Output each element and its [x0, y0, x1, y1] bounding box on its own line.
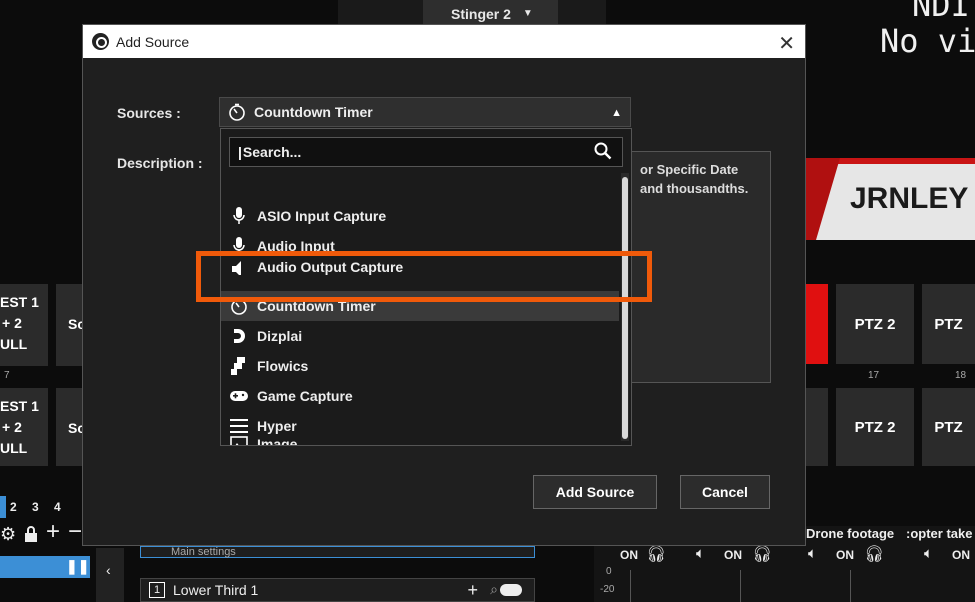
chevron-up-icon: ▲: [611, 107, 622, 119]
input-button-test-1-b[interactable]: EST 1 + 2 ULL: [0, 388, 48, 466]
lower-third-label: Lower Third 1: [173, 582, 259, 598]
input-button-line: EST 1: [0, 398, 39, 414]
tab-3[interactable]: 3: [32, 500, 39, 514]
input-button-line: ULL: [0, 336, 28, 352]
input-button-scene[interactable]: Sc: [56, 284, 85, 366]
ptz-number: 17: [868, 370, 880, 381]
sources-label: Sources :: [117, 105, 181, 121]
audio-on-label[interactable]: ON: [724, 548, 742, 562]
ptz-number: 18: [955, 370, 967, 381]
pause-icon[interactable]: ❚❚: [66, 558, 89, 575]
ptz-2-button[interactable]: PTZ 2: [836, 284, 914, 364]
tally-red-indicator: [806, 284, 828, 364]
meter-divider: [740, 570, 741, 602]
microphone-icon: [229, 206, 249, 226]
chevron-left-icon[interactable]: ‹: [106, 562, 111, 578]
copter-label: :opter take: [906, 526, 973, 541]
input-button-test-1[interactable]: EST 1 + 2 ULL: [0, 284, 48, 366]
list-item-label: ASIO Input Capture: [257, 208, 387, 224]
tab-2[interactable]: 2: [10, 500, 17, 514]
banner-red-shape: [806, 158, 840, 240]
lock-icon[interactable]: [24, 526, 38, 542]
selected-source-label: Countdown Timer: [254, 104, 373, 120]
meter-divider: [630, 570, 631, 602]
audio-on-label[interactable]: ON: [952, 548, 970, 562]
audio-on-label[interactable]: ON: [620, 548, 638, 562]
list-item-asio-input-capture[interactable]: ASIO Input Capture: [221, 201, 619, 231]
description-label: Description :: [117, 155, 203, 171]
minus-icon[interactable]: −: [68, 518, 82, 546]
description-text: or Specific Date and thousandths.: [640, 162, 749, 196]
speaker-icon[interactable]: 🔈︎: [924, 545, 933, 562]
input-number: 7: [4, 370, 10, 381]
main-settings-row[interactable]: Main settings: [140, 546, 535, 558]
speaker-icon[interactable]: 🔈︎: [808, 545, 817, 562]
ptz-button[interactable]: PTZ: [922, 284, 975, 364]
list-item-label: Flowics: [257, 358, 309, 374]
list-item-image[interactable]: Image: [221, 429, 619, 446]
stinger-label: Stinger 2: [451, 5, 511, 22]
speaker-icon[interactable]: 🔈︎: [696, 545, 705, 562]
layer-number-badge: 1: [149, 582, 165, 598]
app-logo-icon: [92, 33, 109, 50]
input-button-line: ULL: [0, 440, 28, 456]
search-placeholder: Search...: [242, 144, 302, 160]
cancel-button[interactable]: Cancel: [680, 475, 770, 509]
chevron-down-icon: ▼: [522, 8, 533, 19]
image-icon: [229, 434, 249, 445]
list-item-game-capture[interactable]: Game Capture: [221, 381, 619, 411]
dialog-titlebar[interactable]: Add Source: [83, 25, 805, 58]
add-source-button[interactable]: Add Source: [533, 475, 657, 509]
input-button-partial[interactable]: [806, 388, 828, 466]
headphones-icon[interactable]: 🎧︎: [646, 544, 666, 564]
input-button-line: EST 1: [0, 294, 39, 310]
main-settings-label: Main settings: [171, 546, 236, 558]
ptz-button-b[interactable]: PTZ: [922, 388, 975, 466]
headphones-icon[interactable]: 🎧︎: [864, 544, 884, 564]
plus-icon[interactable]: +: [46, 518, 60, 546]
input-button-line: + 2: [2, 315, 22, 331]
dialog-title: Add Source: [116, 33, 190, 50]
audio-on-label[interactable]: ON: [836, 548, 854, 562]
list-item-label: Game Capture: [257, 388, 353, 404]
search-icon[interactable]: [594, 142, 612, 160]
meter-scale-label: 0: [606, 566, 612, 577]
list-item-label: Image: [257, 436, 298, 446]
ptz-2-button-b[interactable]: PTZ 2: [836, 388, 914, 466]
timer-icon: [229, 103, 245, 121]
search-icon[interactable]: ⌕: [490, 581, 498, 598]
toggle-switch[interactable]: [500, 584, 522, 596]
dizplai-icon: [229, 326, 249, 346]
sources-select[interactable]: Countdown Timer ▲: [219, 97, 631, 127]
banner-text: JRNLEY: [850, 182, 969, 215]
search-input[interactable]: | Search...: [229, 137, 623, 167]
tab-1-active[interactable]: [0, 496, 6, 518]
list-item-dizplai[interactable]: Dizplai: [221, 321, 619, 351]
gamepad-icon: [229, 386, 249, 406]
list-item-label: Dizplai: [257, 328, 303, 344]
text-cursor: |: [238, 144, 242, 160]
input-button-scene-b[interactable]: Sc: [56, 388, 85, 466]
list-item-flowics[interactable]: Flowics: [221, 351, 619, 381]
headphones-icon[interactable]: 🎧︎: [752, 544, 772, 564]
flowics-icon: [229, 356, 249, 376]
annotation-highlight-box: [196, 251, 652, 302]
gear-icon[interactable]: ⚙: [0, 524, 16, 545]
preview-no-video-text: No vi: [880, 22, 975, 60]
close-icon[interactable]: ✕: [778, 31, 795, 56]
plus-icon[interactable]: +: [467, 580, 478, 601]
stinger-transition-dropdown[interactable]: Stinger 2 ▼: [423, 0, 558, 27]
tab-4[interactable]: 4: [54, 500, 61, 514]
drone-footage-label: Drone footage: [806, 526, 895, 541]
preview-ndi-text: NDI: [912, 0, 970, 24]
meter-divider: [850, 570, 851, 602]
meter-scale-label: -20: [600, 584, 615, 595]
dropdown-scroll-thumb[interactable]: [622, 177, 628, 439]
input-button-line: + 2: [2, 419, 22, 435]
lower-third-1-row[interactable]: 1 Lower Third 1 + ⌕: [140, 578, 535, 602]
